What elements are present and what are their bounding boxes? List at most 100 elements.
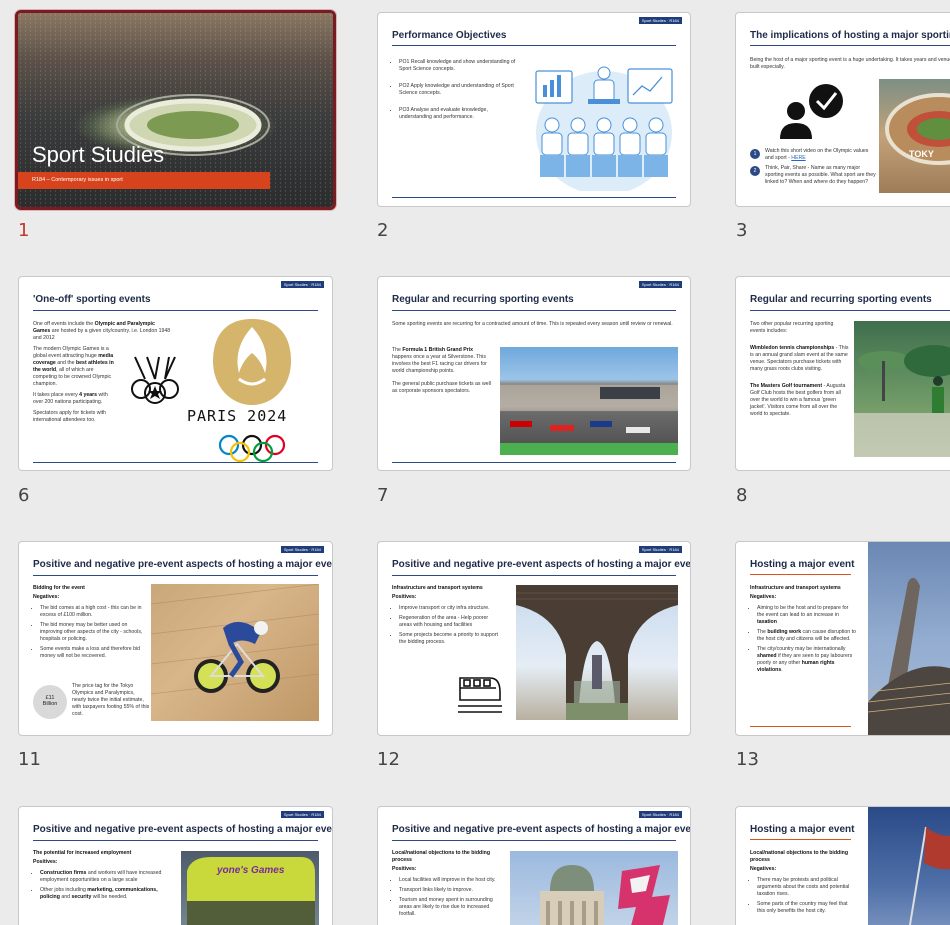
flag-sky-image	[868, 807, 950, 925]
section-subheading: Positives:	[392, 594, 417, 601]
list-item: There may be protests and political argu…	[757, 877, 856, 898]
slide-number: 13	[736, 749, 759, 770]
slide-thumbnail-12[interactable]: Sport Studies · R184 Positive and negati…	[377, 541, 691, 736]
classroom-illustration	[535, 66, 673, 191]
stadium-sign: TOKY	[909, 149, 934, 159]
eiffel-tower-image	[516, 585, 678, 720]
list-item: Transport links likely to improve.	[399, 887, 502, 894]
formula-1-race-image	[500, 347, 678, 455]
objective-item: PO2 Apply knowledge and understanding of…	[399, 83, 518, 97]
section-heading: Bidding for the event	[33, 585, 85, 591]
course-tag: Sport Studies · R184	[280, 811, 324, 818]
section-subheading: Negatives:	[750, 594, 777, 601]
slide-title: Hosting a major event	[750, 824, 855, 835]
video-link[interactable]: HERE	[791, 155, 805, 161]
slide-number: 1	[18, 220, 30, 241]
course-tag: Sport Studies · R184	[280, 281, 324, 288]
section-heading: Infrastructure and transport systems	[392, 585, 483, 591]
track-cyclist-image	[151, 584, 319, 721]
list-item: Some projects become a priority to suppo…	[399, 632, 502, 646]
section-heading: Infrastructure and transport systems	[750, 585, 841, 591]
slide-title: Positive and negative pre-event aspects …	[392, 824, 691, 835]
slide-title: Positive and negative pre-event aspects …	[392, 559, 691, 570]
list-item: Construction firms and workers will have…	[40, 870, 169, 884]
slide-thumbnail-7[interactable]: Sport Studies · R184 Regular and recurri…	[377, 276, 691, 471]
slide-number: 2	[377, 220, 389, 241]
objective-item: PO3 Analyse and evaluate knowledge, unde…	[399, 107, 518, 121]
objective-item: PO1 Recall knowledge and show understand…	[399, 59, 518, 73]
list-item: The city/country may be internationally …	[757, 646, 856, 674]
section-subheading: Positives:	[33, 859, 58, 866]
user-check-icon	[780, 84, 843, 139]
cost-note: The price tag for the Tokyo Olympics and…	[72, 683, 150, 718]
paragraph: One off events include the Olympic and P…	[33, 321, 171, 342]
course-tag: Sport Studies · R184	[638, 17, 682, 24]
course-tag: Sport Studies · R184	[280, 546, 324, 553]
slide-number: 12	[377, 749, 400, 770]
slide-title: Regular and recurring sporting events	[750, 294, 932, 305]
list-item: Local facilities will improve in the hos…	[399, 877, 502, 884]
step-2-text: Think, Pair, Share - Name as many major …	[765, 165, 876, 186]
paragraph: Spectators apply for tickets with intern…	[33, 410, 106, 424]
list-item: Aiming to be the host and to prepare for…	[757, 605, 856, 626]
slide-thumbnail-13[interactable]: Hosting a major event Infrastructure and…	[735, 541, 950, 736]
olympic-stadium-image: TOKY	[879, 79, 950, 193]
slide-number: 7	[377, 485, 389, 506]
list-item: Other jobs including marketing, communic…	[40, 887, 169, 901]
slide-thumbnail-16[interactable]: Hosting a major event Local/national obj…	[735, 806, 950, 925]
slide-thumbnail-14[interactable]: Sport Studies · R184 Positive and negati…	[18, 806, 333, 925]
course-tag: Sport Studies · R184	[638, 546, 682, 553]
paragraph: It takes place every 4 years with over 2…	[33, 392, 108, 406]
bus-banner-text: yone's Games	[217, 865, 285, 876]
presentation-title: Sport Studies	[32, 142, 165, 167]
section-heading: Local/national objections to the bidding…	[750, 850, 848, 864]
course-tag: Sport Studies · R184	[638, 281, 682, 288]
paris-2024-flame-logo	[213, 319, 291, 405]
olympic-rings-icon	[218, 434, 286, 462]
paris-2024-wordmark: PARIS 2024	[187, 407, 288, 425]
paragraph: The general public purchase tickets as w…	[392, 381, 491, 395]
national-gallery-london-2012-image	[510, 851, 678, 925]
slide-thumbnail-11[interactable]: Sport Studies · R184 Positive and negati…	[18, 541, 333, 736]
slide-number: 3	[736, 220, 748, 241]
list-item: Some events make a loss and therefore bi…	[40, 646, 143, 660]
slide-title: Positive and negative pre-event aspects …	[33, 824, 333, 835]
slide-title: 'One-off' sporting events	[33, 294, 151, 305]
paragraph: The modern Olympic Games is a global eve…	[33, 346, 114, 388]
course-tag: Sport Studies · R184	[638, 811, 682, 818]
slide-title: Performance Objectives	[392, 30, 507, 41]
section-subheading: Negatives:	[33, 594, 60, 601]
slide-number: 6	[18, 485, 30, 506]
slide-title: Positive and negative pre-event aspects …	[33, 559, 333, 570]
cost-circle: £11 Billion	[33, 685, 67, 719]
presentation-subtitle: R184 – Contemporary issues in sport	[18, 172, 270, 189]
section-subheading: Negatives:	[750, 866, 777, 873]
paragraph: Wimbledon tennis championships - This is…	[750, 345, 849, 373]
step-badge: 2	[750, 166, 760, 176]
slide-thumbnail-6[interactable]: Sport Studies · R184 'One-off' sporting …	[18, 276, 333, 471]
slide-thumbnail-3[interactable]: The implications of hosting a major spor…	[735, 12, 950, 207]
medals-icon	[131, 356, 179, 404]
slide-number: 8	[736, 485, 748, 506]
list-item: Some parts of the country may feel that …	[757, 901, 856, 915]
paragraph: The Masters Golf tournament - Augusta Go…	[750, 383, 846, 418]
section-heading: The potential for increased employment	[33, 850, 132, 856]
slide-title: Regular and recurring sporting events	[392, 294, 574, 305]
slide-title: Hosting a major event	[750, 559, 855, 570]
intro-text: Some sporting events are recurring for a…	[392, 321, 673, 327]
list-item: The building work can cause disruption t…	[757, 629, 856, 643]
list-item: Tourism and money spent in surrounding a…	[399, 897, 502, 918]
slide-thumbnail-8[interactable]: Regular and recurring sporting events Tw…	[735, 276, 950, 471]
slide-thumbnail-2[interactable]: Sport Studies · R184 Performance Objecti…	[377, 12, 691, 207]
paragraph: The Formula 1 British Grand Prix happens…	[392, 347, 487, 375]
golf-crowd-image	[854, 321, 950, 457]
slide-thumbnail-1[interactable]: Sport Studies R184 – Contemporary issues…	[15, 10, 336, 210]
list-item: Improve transport or city infra structur…	[399, 605, 502, 612]
train-icon	[458, 677, 502, 713]
list-item: The bid money may be better used on impr…	[40, 622, 143, 643]
list-item: Regeneration of the area - Help poorer a…	[399, 615, 502, 629]
slide-title: The implications of hosting a major spor…	[750, 30, 950, 41]
slide-thumbnail-15[interactable]: Sport Studies · R184 Positive and negati…	[377, 806, 691, 925]
section-heading: Local/national objections to the bidding…	[392, 850, 490, 864]
games-bus-image: yone's Games	[181, 851, 319, 925]
